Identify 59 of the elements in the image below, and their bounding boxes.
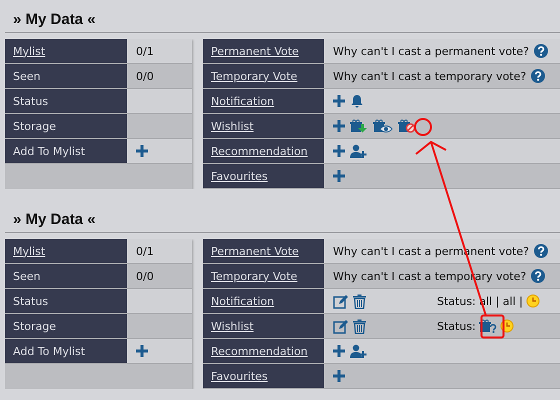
row-link[interactable]: Wishlist [211,120,254,132]
plus-icon[interactable] [333,145,345,157]
row-label: Storage [13,320,56,332]
table-cell [127,89,192,113]
plus-icon[interactable] [333,95,345,107]
value-text: 0/0 [136,70,154,82]
plus-icon[interactable] [136,345,148,357]
row-link[interactable]: Favourites [211,370,268,382]
row-label: Storage [13,120,56,132]
gift-question-icon [478,319,497,333]
bell-icon[interactable] [350,94,364,108]
status-text: Status: [437,320,476,332]
row-link[interactable]: Permanent Vote [211,244,299,258]
edit-icon[interactable] [333,294,348,308]
annotation-circle [414,118,432,136]
section-title: » My Data « [5,200,560,233]
help-icon[interactable] [534,44,548,58]
plus-icon[interactable] [333,370,345,382]
help-question: Why can't I cast a temporary vote? [333,70,526,82]
gift-eye-icon[interactable] [373,119,393,133]
help-icon[interactable] [531,69,546,83]
value-text: 0/1 [136,44,154,58]
trash-icon[interactable] [353,318,366,334]
value-text: 0/1 [136,244,154,258]
plus-icon[interactable] [136,145,148,157]
row-label: Add To Mylist [13,144,86,158]
section-title: » My Data « [5,0,560,33]
row-label: Status [13,294,48,308]
row-link[interactable]: Wishlist [211,320,254,332]
plus-icon[interactable] [333,120,345,132]
help-icon[interactable] [531,269,546,283]
mylist-link[interactable]: Mylist [13,44,46,58]
row-link[interactable]: Temporary Vote [211,70,298,82]
row-label: Seen [13,270,40,282]
gift-download-icon[interactable] [350,119,368,133]
mylist-link[interactable]: Mylist [13,244,46,258]
row-link[interactable]: Temporary Vote [211,270,298,282]
plus-icon[interactable] [333,345,345,357]
highlight-frame [480,314,504,338]
gift-blocked-icon[interactable] [398,119,416,133]
user-add-icon[interactable] [350,144,367,158]
user-add-icon[interactable] [350,344,367,358]
row-label: Status [13,94,48,108]
help-question: Why can't I cast a permanent vote? [333,44,529,58]
trash-icon[interactable] [353,294,366,308]
value-text: 0/0 [136,270,154,282]
row-label: Seen [13,70,40,82]
row-link[interactable]: Favourites [211,170,268,182]
row-link[interactable]: Permanent Vote [211,44,299,58]
row-link[interactable]: Recommendation [211,344,308,358]
row-link[interactable]: Notification [211,94,274,108]
edit-icon[interactable] [333,318,348,334]
row-label: Add To Mylist [13,344,86,358]
row-link[interactable]: Recommendation [211,144,308,158]
table-cell [127,289,192,313]
row-link[interactable]: Notification [211,294,274,308]
clock-icon [526,294,540,308]
plus-icon[interactable] [333,170,345,182]
help-icon[interactable] [534,244,548,258]
